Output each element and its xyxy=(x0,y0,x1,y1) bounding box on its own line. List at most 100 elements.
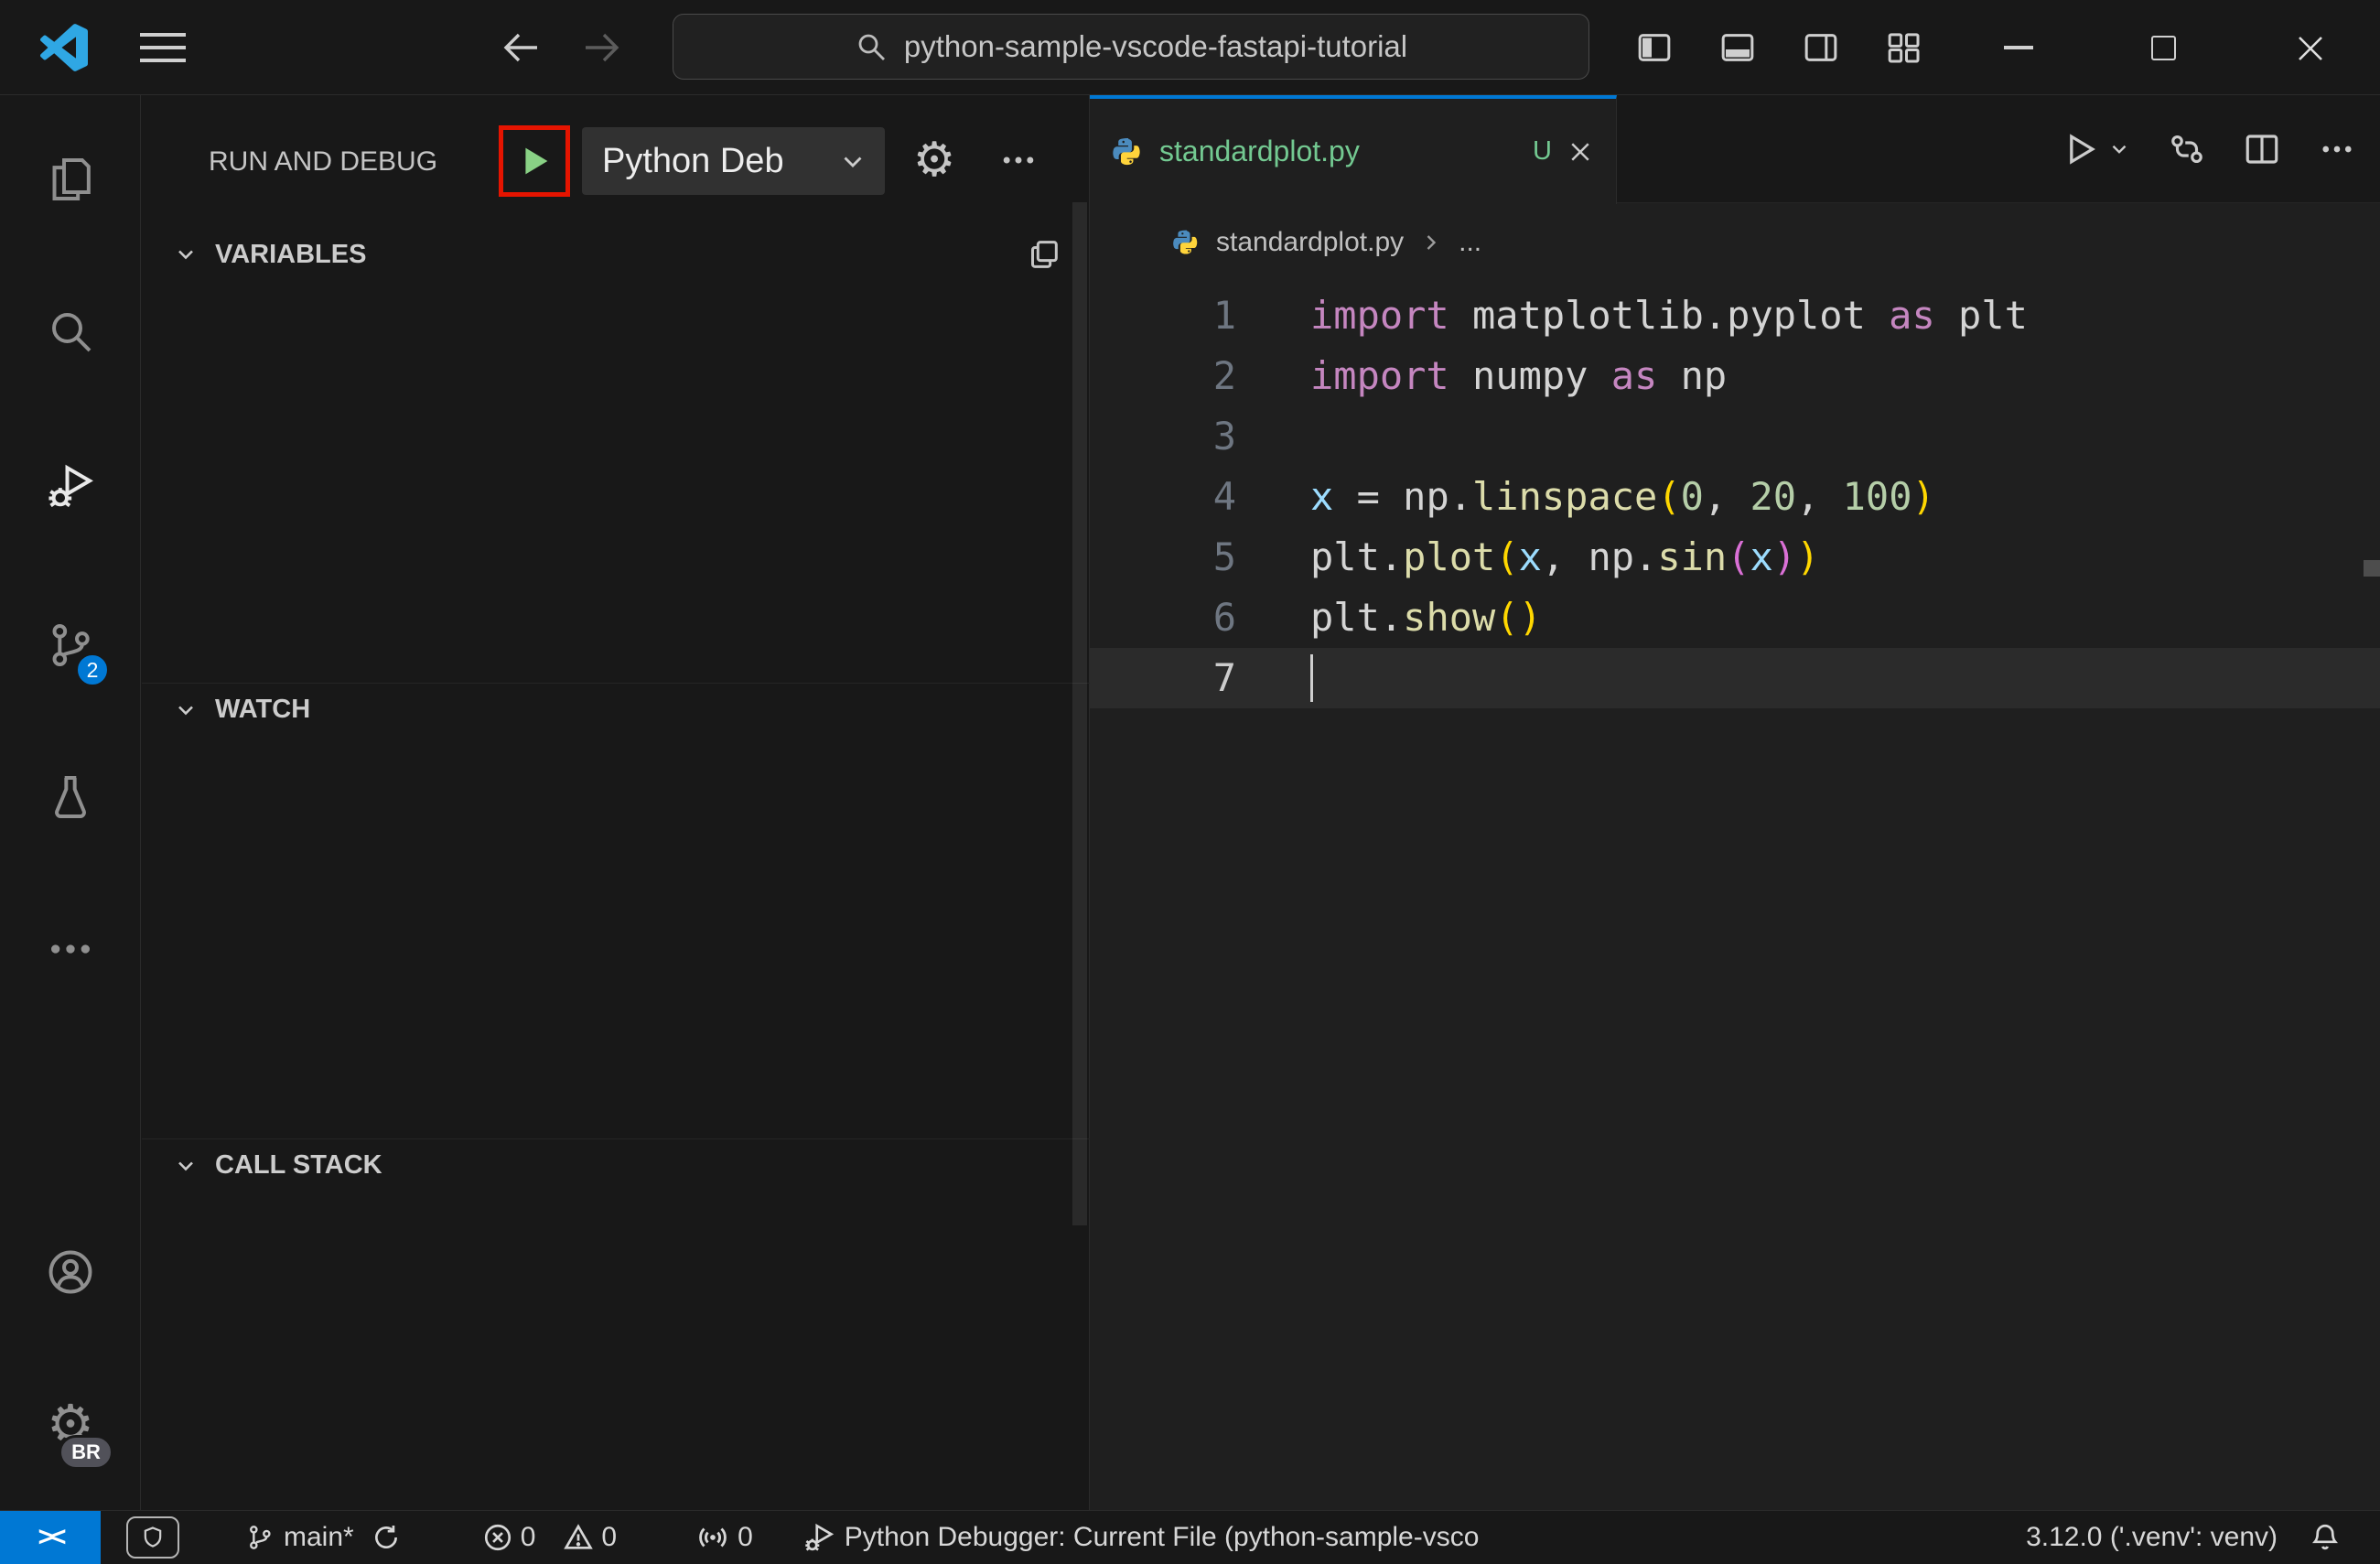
scm-pending-changes-badge: 2 xyxy=(75,653,110,687)
error-count: 0 xyxy=(520,1522,536,1552)
breadcrumb-symbol[interactable]: ... xyxy=(1459,227,1481,258)
window-minimize-icon[interactable] xyxy=(2004,46,2033,49)
toggle-panel-icon[interactable] xyxy=(1719,29,1756,66)
command-center-search[interactable]: python-sample-vscode-fastapi-tutorial xyxy=(673,14,1589,80)
window-maximize-icon[interactable] xyxy=(2151,36,2176,60)
editor-group: standardplot.py U standardplot.py ... 1 … xyxy=(1090,95,2380,1510)
chevron-down-icon xyxy=(2112,145,2127,154)
debug-alt-icon xyxy=(802,1521,835,1554)
debug-configuration-dropdown[interactable]: Python Deb xyxy=(582,127,885,195)
git-branch-icon xyxy=(245,1523,275,1552)
run-python-file-button[interactable] xyxy=(2060,129,2131,169)
activity-more-icon[interactable] xyxy=(0,903,141,995)
tab-close-icon[interactable] xyxy=(1567,138,1594,166)
layout-controls xyxy=(1636,29,1922,66)
accounts-icon[interactable] xyxy=(0,1226,141,1318)
line-numbers[interactable]: 1 2 3 4 5 6 7 xyxy=(1090,286,1236,708)
debug-settings-gear-icon[interactable]: ⚙ xyxy=(909,126,960,194)
code-line-5: plt.plot(x, np.sin(x)) xyxy=(1310,534,1820,579)
open-changes-icon[interactable] xyxy=(2168,130,2206,168)
code-lines: import matplotlib.pyplot as plt import nu… xyxy=(1090,286,2380,708)
breadcrumb-file[interactable]: standardplot.py xyxy=(1216,227,1404,258)
tab-label: standardplot.py xyxy=(1159,135,1360,167)
warning-icon xyxy=(563,1522,594,1553)
chevron-down-icon xyxy=(173,1153,199,1179)
copy-icon[interactable] xyxy=(1026,236,1062,273)
run-and-debug-icon xyxy=(45,460,96,512)
breadcrumb: standardplot.py ... xyxy=(1090,203,2380,282)
ports-status[interactable]: 0 xyxy=(695,1520,753,1555)
remote-indicator[interactable]: >< xyxy=(0,1511,101,1564)
sidebar-scrollbar[interactable] xyxy=(1072,202,1087,1225)
debug-configuration-label: Python Deb xyxy=(602,141,784,180)
start-debugging-button[interactable] xyxy=(513,140,555,182)
debugger-status-label: Python Debugger: Current File (python-sa… xyxy=(844,1522,1480,1552)
navigate-back-icon[interactable] xyxy=(499,27,541,68)
git-sync-button[interactable] xyxy=(371,1522,402,1553)
code-line-1: import matplotlib.pyplot as plt xyxy=(1310,293,2028,338)
chevron-down-icon xyxy=(173,697,199,723)
beaker-icon xyxy=(45,771,96,823)
scrollbar-overview-mark[interactable] xyxy=(2364,560,2380,577)
sidebar-item-source-control[interactable]: 2 xyxy=(0,599,141,691)
customize-layout-icon[interactable] xyxy=(1886,29,1922,66)
shield-icon xyxy=(140,1525,166,1550)
chevron-down-icon xyxy=(173,242,199,267)
window-close-icon[interactable] xyxy=(2295,33,2326,64)
line-number: 7 xyxy=(1212,655,1236,700)
editor-more-icon[interactable] xyxy=(2318,130,2356,168)
debug-views-more-icon[interactable] xyxy=(993,126,1044,194)
line-number: 5 xyxy=(1212,534,1236,579)
section-watch-label: WATCH xyxy=(215,695,311,724)
notifications-bell-icon[interactable] xyxy=(2309,1521,2342,1554)
settings-gear-icon[interactable]: ⚙ BR xyxy=(0,1378,141,1470)
split-editor-icon[interactable] xyxy=(2243,130,2281,168)
annotation-highlight-box xyxy=(499,125,570,197)
status-bar-right: 3.12.0 ('.venv': venv) xyxy=(2026,1521,2380,1554)
toggle-secondary-sidebar-icon[interactable] xyxy=(1803,29,1839,66)
code-line-7 xyxy=(1090,648,2380,708)
sidebar-item-search[interactable] xyxy=(0,286,141,377)
ports-count: 0 xyxy=(738,1522,753,1552)
search-icon xyxy=(855,30,888,63)
line-number: 2 xyxy=(1212,353,1236,398)
section-variables-label: VARIABLES xyxy=(215,239,367,269)
section-call-stack[interactable]: CALL STACK xyxy=(142,1138,1090,1192)
problems-status[interactable]: 0 0 xyxy=(482,1522,617,1553)
section-call-stack-label: CALL STACK xyxy=(215,1150,382,1180)
section-variables[interactable]: VARIABLES xyxy=(142,228,1090,281)
code-line-4: x = np.linspace(0, 20, 100) xyxy=(1310,474,1935,519)
section-watch[interactable]: WATCH xyxy=(142,683,1090,736)
sidebar-item-run-and-debug[interactable] xyxy=(0,440,141,532)
files-icon xyxy=(45,154,96,205)
activity-bar: 2 ⚙ BR xyxy=(0,95,141,1510)
broadcast-icon xyxy=(695,1520,730,1555)
run-and-debug-sidebar: RUN AND DEBUG Python Deb ⚙ VARIABLES WAT… xyxy=(142,95,1090,1510)
error-icon xyxy=(482,1522,513,1553)
vscode-window: python-sample-vscode-fastapi-tutorial 2 … xyxy=(0,0,2380,1564)
git-branch-status[interactable]: main* xyxy=(245,1522,354,1553)
code-line-6: plt.show() xyxy=(1310,595,1542,640)
text-cursor xyxy=(1310,654,1313,702)
debugger-status[interactable]: Python Debugger: Current File (python-sa… xyxy=(802,1521,1480,1554)
toggle-sidebar-icon[interactable] xyxy=(1636,29,1673,66)
python-interpreter-status[interactable]: 3.12.0 ('.venv': venv) xyxy=(2026,1522,2278,1553)
sidebar-title: RUN AND DEBUG xyxy=(209,146,438,177)
python-file-icon xyxy=(1112,135,1145,168)
workspace-trust-button[interactable] xyxy=(126,1516,179,1559)
menu-hamburger-icon[interactable] xyxy=(137,27,188,68)
code-line-2: import numpy as np xyxy=(1310,353,1728,398)
sidebar-item-explorer[interactable] xyxy=(0,134,141,225)
sidebar-item-testing[interactable] xyxy=(0,751,141,843)
code-area[interactable]: 1234567 import matplotlib.pyplot as plt i… xyxy=(1090,282,2380,708)
navigate-forward-icon[interactable] xyxy=(582,27,624,68)
tab-standardplot[interactable]: standardplot.py U xyxy=(1090,95,1617,204)
warning-count: 0 xyxy=(601,1522,618,1552)
editor-actions xyxy=(2060,95,2356,203)
tab-bar: standardplot.py U xyxy=(1090,95,2380,204)
vscode-logo-icon xyxy=(40,24,88,71)
title-bar: python-sample-vscode-fastapi-tutorial xyxy=(0,0,2380,95)
chevron-down-icon xyxy=(837,146,868,177)
line-number: 1 xyxy=(1212,293,1236,338)
